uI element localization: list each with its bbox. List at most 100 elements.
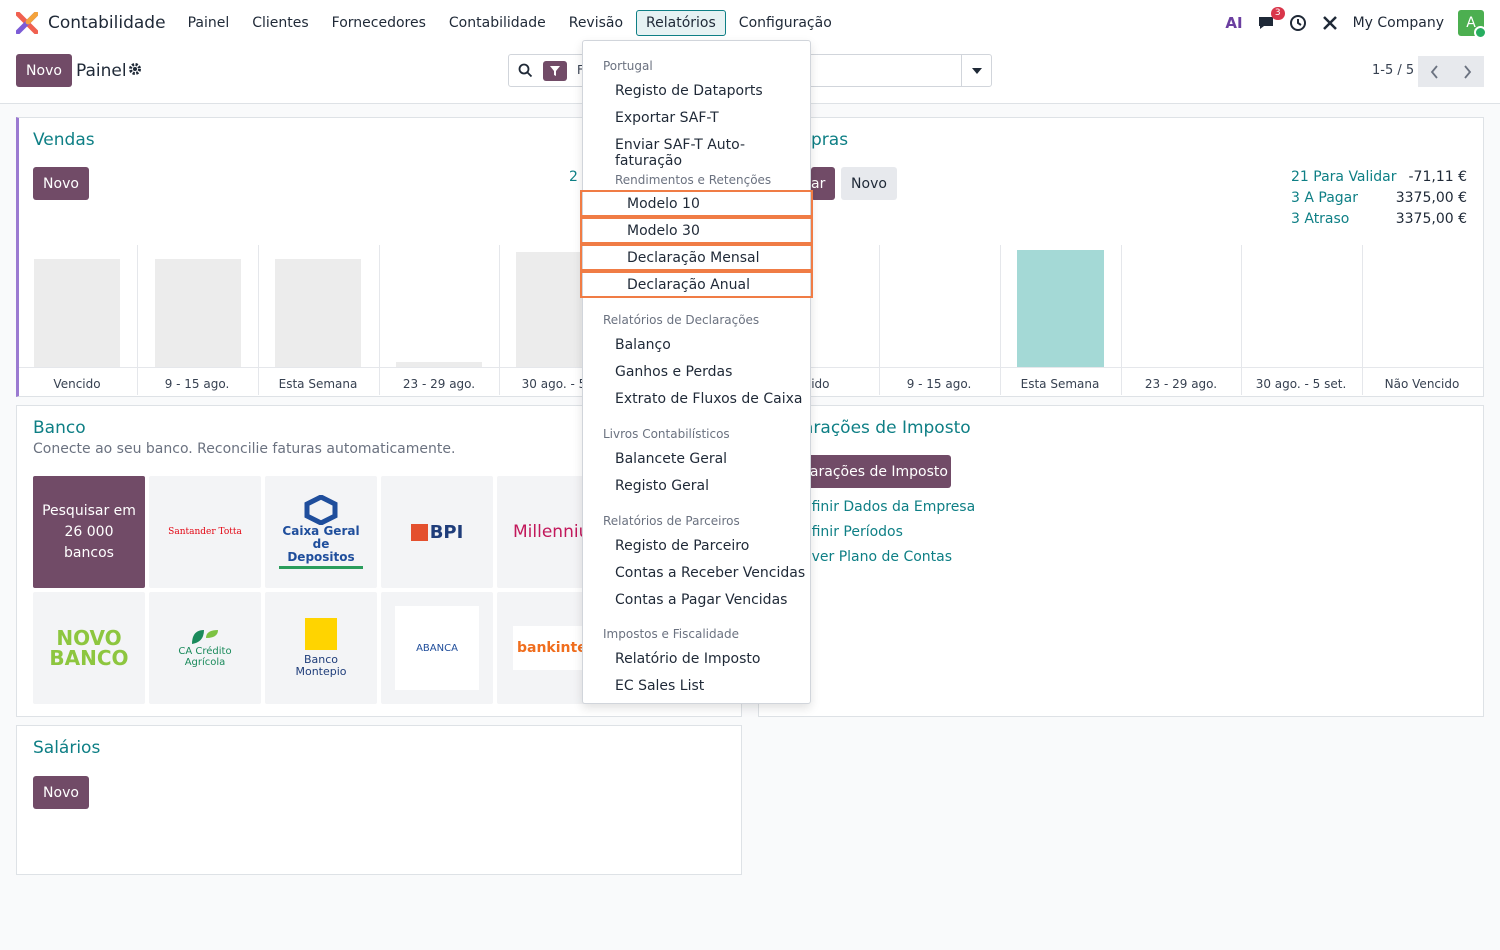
define-periods-link[interactable]: efinir Períodos <box>803 524 903 540</box>
menu-item-registo-parceiro[interactable]: Registo de Parceiro <box>615 538 749 554</box>
menu-item-relatorio-imposto[interactable]: Relatório de Imposto <box>615 651 760 667</box>
sales-new-button[interactable]: Novo <box>33 167 89 200</box>
bank-name: bankinte <box>517 640 587 656</box>
menu-item-contas-receber-vencidas[interactable]: Contas a Receber Vencidas <box>615 565 805 581</box>
tools-icon[interactable] <box>1321 14 1339 32</box>
ai-icon[interactable]: AI <box>1225 14 1242 32</box>
bank-tile-cgd[interactable]: Caixa Geral de Depositos <box>265 476 377 588</box>
pager-previous-button[interactable] <box>1418 56 1451 87</box>
sales-bar-vencido[interactable] <box>34 259 120 367</box>
bank-tile-abanca[interactable]: ABANCA <box>381 592 493 704</box>
purchases-bar-label: 30 ago. - 5 set. <box>1255 377 1347 391</box>
purchases-bar-label: Esta Semana <box>1020 377 1100 391</box>
tax-returns-button[interactable]: larações de Imposto <box>803 455 951 488</box>
bank-tile-santander[interactable]: Santander Totta <box>149 476 261 588</box>
kpi-late-link[interactable]: 3 Atraso <box>1291 211 1349 227</box>
app-logo-icon[interactable] <box>15 11 39 35</box>
company-switcher[interactable]: My Company <box>1353 15 1444 31</box>
bank-tile-credito-agricola[interactable]: CA Crédito Agrícola <box>149 592 261 704</box>
purchases-upload-button[interactable]: ar <box>811 167 835 200</box>
sales-bar-week1[interactable] <box>155 259 241 367</box>
bank-name: Caixa Geral de Depositos <box>279 525 363 569</box>
montepio-logo-icon <box>305 618 337 650</box>
chat-count-badge: 3 <box>1270 7 1285 20</box>
user-avatar[interactable]: A <box>1458 10 1487 39</box>
menu-item-contas-pagar-vencidas[interactable]: Contas a Pagar Vencidas <box>615 592 787 608</box>
menu-item-enviar-saft-autofaturacao[interactable]: Enviar SAF-T Auto-faturação <box>615 137 810 169</box>
define-company-data-link[interactable]: efinir Dados da Empresa <box>803 499 975 515</box>
sales-bar-this-week[interactable] <box>275 259 361 367</box>
bank-title[interactable]: Banco <box>33 418 86 438</box>
menu-fornecedores[interactable]: Fornecedores <box>322 10 436 36</box>
purchases-bar-label: 9 - 15 ago. <box>906 377 972 391</box>
app-name[interactable]: Contabilidade <box>48 13 166 33</box>
kpi-to-pay-link[interactable]: 3 A Pagar <box>1291 190 1358 206</box>
menu-item-balanco[interactable]: Balanço <box>615 337 671 353</box>
menu-clientes[interactable]: Clientes <box>242 10 318 36</box>
navbar-systray: AI 3 My Company A <box>1225 0 1487 46</box>
review-chart-of-accounts-link[interactable]: ever Plano de Contas <box>803 549 952 565</box>
section-header-parceiros: Relatórios de Parceiros <box>603 514 740 528</box>
chat-icon[interactable]: 3 <box>1257 7 1285 31</box>
sales-bar-label: Vencido <box>53 377 101 391</box>
search-icon[interactable] <box>518 63 533 82</box>
new-button[interactable]: Novo <box>16 54 72 87</box>
reports-dropdown-menu: Portugal Registo de Dataports Exportar S… <box>580 40 813 704</box>
menu-item-ganhos-perdas[interactable]: Ganhos e Perdas <box>615 364 732 380</box>
bank-name: BPI <box>429 521 464 543</box>
sales-bar-label: 9 - 15 ago. <box>164 377 230 391</box>
bpi-logo-icon <box>410 523 428 541</box>
bankinter-logo: bankinte <box>513 626 593 670</box>
bank-name: Santander Totta <box>168 527 242 537</box>
section-header-declaracoes: Relatórios de Declarações <box>603 313 760 327</box>
menu-item-modelo-30[interactable]: Modelo 30 <box>627 223 700 239</box>
cgd-logo-icon <box>304 495 338 525</box>
purchases-bar-this-week[interactable] <box>1017 250 1104 367</box>
filter-facet-icon[interactable] <box>543 61 567 81</box>
bank-tile-millennium[interactable]: Millenniu <box>497 476 593 588</box>
sales-bar-week3[interactable] <box>396 362 482 367</box>
kpi-to-pay-value: 3375,00 € <box>1395 190 1467 206</box>
menu-item-fluxos-caixa[interactable]: Extrato de Fluxos de Caixa <box>615 391 802 407</box>
menu-item-ec-sales-list[interactable]: EC Sales List <box>615 678 704 694</box>
gear-icon[interactable] <box>128 62 142 80</box>
menu-painel[interactable]: Painel <box>178 10 240 36</box>
menu-item-registo-geral[interactable]: Registo Geral <box>615 478 709 494</box>
salaries-title[interactable]: Salários <box>33 738 100 758</box>
kpi-late-value: 3375,00 € <box>1395 211 1467 227</box>
search-banks-button[interactable]: Pesquisar em 26 000 bancos <box>33 476 145 588</box>
menu-revisao[interactable]: Revisão <box>559 10 633 36</box>
menu-contabilidade[interactable]: Contabilidade <box>439 10 556 36</box>
sales-title[interactable]: Vendas <box>33 130 95 150</box>
purchases-bar-label: Não Vencido <box>1384 377 1460 391</box>
menu-item-exportar-saft[interactable]: Exportar SAF-T <box>615 110 719 126</box>
bank-tile-montepio[interactable]: Banco Montepio <box>265 592 377 704</box>
bank-subtitle: Conecte ao seu banco. Reconcilie faturas… <box>33 441 456 457</box>
search-options-toggle[interactable] <box>961 55 991 86</box>
salaries-journal-card: Salários Novo <box>16 725 742 875</box>
menu-configuracao[interactable]: Configuração <box>729 10 842 36</box>
section-header-livros: Livros Contabilísticos <box>603 427 730 441</box>
salaries-new-button[interactable]: Novo <box>33 776 89 809</box>
section-header-portugal: Portugal <box>603 59 653 73</box>
pager-next-button[interactable] <box>1451 56 1484 87</box>
purchases-new-button[interactable]: Novo <box>841 167 897 200</box>
bank-tile-bpi[interactable]: BPI <box>381 476 493 588</box>
section-header-rendimentos: Rendimentos e Retenções <box>615 173 772 187</box>
tax-title[interactable]: arações de Imposto <box>803 418 971 438</box>
clock-icon[interactable] <box>1289 14 1307 32</box>
bank-tile-novo-banco[interactable]: NOVO BANCO <box>33 592 145 704</box>
menu-item-declaracao-anual[interactable]: Declaração Anual <box>627 277 750 293</box>
pager-value[interactable]: 1-5 / 5 <box>1372 63 1414 78</box>
menu-item-registo-dataports[interactable]: Registo de Dataports <box>615 83 763 99</box>
menu-item-declaracao-mensal[interactable]: Declaração Mensal <box>627 250 760 266</box>
kpi-to-validate-value: -71,11 € <box>1408 169 1468 185</box>
menu-item-modelo-10[interactable]: Modelo 10 <box>627 196 700 212</box>
ca-leaf-icon <box>192 630 218 644</box>
menu-item-balancete-geral[interactable]: Balancete Geral <box>615 451 727 467</box>
bank-name: Millenniu <box>513 522 590 542</box>
section-header-impostos: Impostos e Fiscalidade <box>603 627 739 641</box>
menu-relatorios[interactable]: Relatórios <box>636 10 726 36</box>
bank-tile-bankinter[interactable]: bankinte <box>497 592 593 704</box>
purchases-title[interactable]: pras <box>811 130 848 150</box>
